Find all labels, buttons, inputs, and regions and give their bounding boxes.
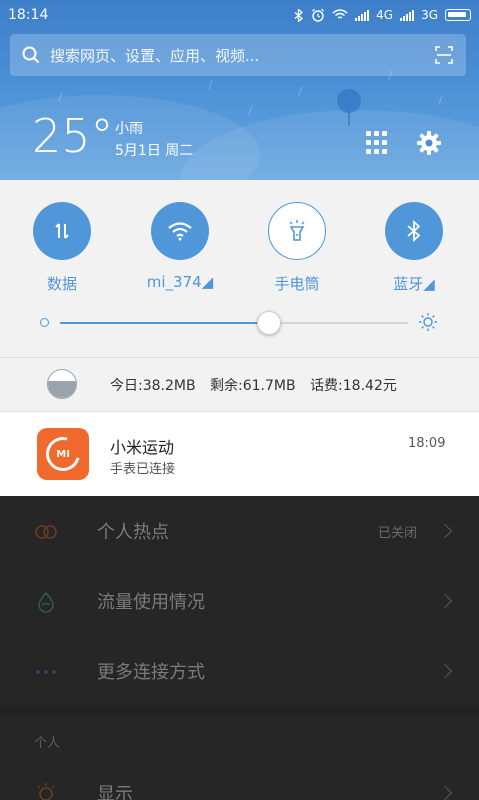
- hotspot-icon: [35, 525, 57, 539]
- toggle-bluetooth-button[interactable]: [385, 202, 443, 260]
- chevron-right-icon: [437, 663, 453, 679]
- section-separator: [0, 706, 479, 716]
- toggle-wifi-button[interactable]: [151, 202, 209, 260]
- signal-strength-icon: [400, 9, 415, 21]
- settings-list-background: 个人热点 已关闭 流量使用情况 更多连接方式 个人 显示: [0, 496, 479, 800]
- brightness-knob[interactable]: [256, 311, 281, 335]
- chevron-right-icon: [437, 593, 453, 609]
- weather-date[interactable]: 5月1日 周二: [115, 140, 193, 160]
- notification-card[interactable]: MI 小米运动 手表已连接 18:09: [0, 412, 479, 496]
- traffic-summary: 今日:38.2MB 剩余:61.7MB 话费:18.42元: [110, 375, 407, 395]
- brightness-slider[interactable]: [40, 310, 440, 335]
- search-bar[interactable]: 搜索网页、设置、应用、视频...: [10, 34, 466, 76]
- settings-row-value: 已关闭: [378, 525, 418, 541]
- bluetooth-icon: [407, 220, 421, 242]
- scan-icon[interactable]: [434, 45, 454, 65]
- traffic-fee: 话费:18.42元: [310, 378, 397, 394]
- toggle-flashlight[interactable]: 手电筒: [257, 202, 337, 294]
- bluetooth-status-icon: [294, 8, 304, 22]
- weather-condition[interactable]: 小雨: [115, 118, 143, 138]
- status-bar: 18:14 4G 3G: [0, 0, 479, 30]
- toggle-wifi[interactable]: mi_374◢: [140, 202, 220, 291]
- gear-icon[interactable]: [416, 130, 442, 156]
- settings-row-display[interactable]: 显示: [0, 758, 479, 800]
- toggle-mobile-data-button[interactable]: [33, 202, 91, 260]
- toggle-mobile-data[interactable]: 数据: [22, 202, 102, 294]
- display-icon: [37, 783, 55, 800]
- more-dots-icon: [36, 670, 56, 674]
- weather-header: 18:14 4G 3G 搜索网页、设置、应用、视频... 25° 小雨 5月1日…: [0, 0, 479, 180]
- section-label-personal: 个人: [34, 736, 61, 751]
- toggle-bluetooth[interactable]: 蓝牙◢: [374, 202, 454, 294]
- settings-row-data-usage[interactable]: 流量使用情况: [0, 566, 479, 636]
- traffic-remaining: 剩余:61.7MB: [210, 378, 296, 394]
- chevron-right-icon: [437, 785, 453, 800]
- tree-decoration: [337, 89, 361, 126]
- data-gauge-icon: [47, 369, 77, 399]
- battery-icon: [445, 9, 471, 21]
- toggle-wifi-label: mi_374◢: [146, 273, 214, 291]
- search-input[interactable]: 搜索网页、设置、应用、视频...: [50, 45, 434, 66]
- brightness-low-icon: [40, 318, 49, 327]
- brightness-fill: [60, 322, 269, 324]
- traffic-today: 今日:38.2MB: [110, 378, 196, 394]
- network-type-4g: 4G: [376, 8, 394, 22]
- settings-row-title: 流量使用情况: [97, 592, 205, 613]
- wifi-icon: [168, 222, 192, 241]
- traffic-info-row[interactable]: 今日:38.2MB 剩余:61.7MB 话费:18.42元: [0, 358, 479, 410]
- toggle-flashlight-button[interactable]: [268, 202, 326, 260]
- network-type-3g: 3G: [421, 8, 438, 22]
- status-time: 18:14: [8, 7, 49, 23]
- signal-strength-icon: [355, 9, 370, 21]
- temperature[interactable]: 25°: [32, 113, 114, 159]
- data-usage-icon: [38, 591, 54, 613]
- settings-row-title: 显示: [97, 784, 133, 800]
- brightness-high-icon: [419, 313, 437, 331]
- mi-fit-app-icon: MI: [37, 428, 89, 480]
- quick-settings-panel: 数据 mi_374◢ 手电筒 蓝牙◢ 今日:38.2MB 剩余:61.7MB 话…: [0, 180, 479, 496]
- chevron-right-icon: [437, 523, 453, 539]
- data-arrows-icon: [55, 223, 69, 239]
- notification-message: 手表已连接: [110, 462, 176, 477]
- alarm-icon: [312, 8, 325, 22]
- grid-menu-icon[interactable]: [366, 131, 390, 155]
- settings-row-title: 更多连接方式: [97, 662, 205, 683]
- wifi-status-icon: [332, 9, 348, 19]
- settings-row-hotspot[interactable]: 个人热点 已关闭: [0, 496, 479, 566]
- flashlight-icon: [289, 220, 305, 241]
- toggle-flashlight-label: 手电筒: [274, 275, 320, 293]
- settings-row-more-connections[interactable]: 更多连接方式: [0, 636, 479, 706]
- search-icon: [22, 46, 40, 64]
- settings-row-title: 个人热点: [97, 522, 169, 543]
- toggle-mobile-data-label: 数据: [46, 275, 77, 293]
- notification-time: 18:09: [408, 436, 446, 451]
- notification-title: 小米运动: [110, 438, 175, 457]
- toggle-bluetooth-label: 蓝牙◢: [393, 275, 435, 293]
